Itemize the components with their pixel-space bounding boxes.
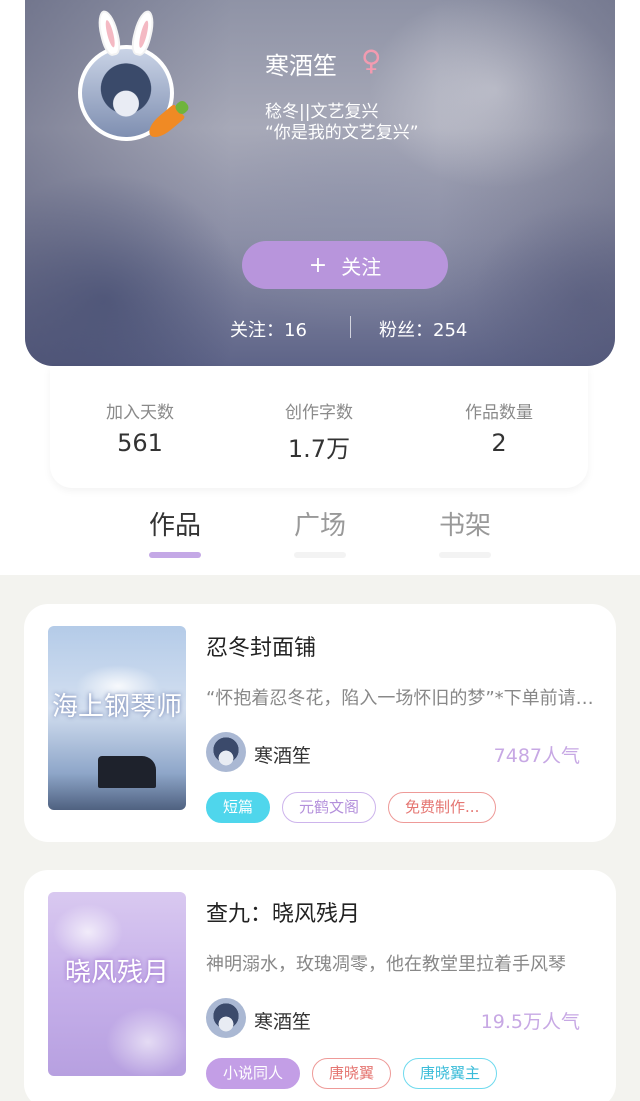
tab-indicator (439, 552, 491, 558)
work-card[interactable]: 海上钢琴师 忍冬封面铺 “怀抱着忍冬花，陷入一场怀旧的梦”*下单前请看置顶 寒酒… (24, 604, 616, 842)
author-name[interactable]: 寒酒笙 (254, 741, 311, 768)
work-description: 神明溺水，玫瑰凋零，他在教堂里拉着手风琴 (206, 954, 566, 975)
piano-icon (98, 756, 156, 788)
popularity-count: 19.5万人气 (480, 1011, 580, 1033)
tag-list: 小说同人 唐晓翼 唐晓翼主 (206, 1058, 498, 1089)
work-card[interactable]: 晓风残月 查九：晓风残月 神明溺水，玫瑰凋零，他在教堂里拉着手风琴 寒酒笙 19… (24, 870, 616, 1101)
follow-label: 关注 (341, 254, 382, 279)
stat-label: 创作字数 (285, 403, 353, 423)
author-name[interactable]: 寒酒笙 (254, 1007, 311, 1034)
work-description: “怀抱着忍冬花，陷入一场怀旧的梦”*下单前请看置顶 (206, 688, 598, 709)
stat-label: 加入天数 (106, 403, 174, 423)
tab-indicator (149, 552, 201, 558)
cover-title: 晓风残月 (64, 958, 169, 988)
work-cover[interactable]: 晓风残月 (48, 892, 186, 1076)
profile-header: 寒酒笙 ♀ 稔冬||文艺复兴 “你是我的文艺复兴” + 关注 关注：16 粉丝：… (25, 0, 615, 366)
tab-indicator (294, 552, 346, 558)
following-count[interactable]: 关注：16 (230, 316, 307, 342)
tag[interactable]: 元鹤文阁 (282, 792, 377, 823)
fans-count[interactable]: 粉丝：254 (379, 316, 467, 342)
stat-value: 2 (491, 429, 507, 457)
tab-label: 作品 (148, 511, 201, 541)
stats-divider (350, 316, 351, 338)
work-title[interactable]: 查九：晓风残月 (206, 896, 360, 928)
tab-label: 广场 (293, 511, 346, 541)
author-avatar[interactable] (206, 732, 246, 772)
stat-word-count: 创作字数 1.7万 (229, 398, 409, 464)
tab-bookshelf[interactable]: 书架 (415, 505, 515, 558)
tab-label: 书架 (438, 511, 491, 541)
tag[interactable]: 短篇 (206, 792, 271, 823)
tab-bar: 作品 广场 书架 (0, 505, 640, 565)
tab-works[interactable]: 作品 (125, 505, 225, 558)
bio-line-2: “你是我的文艺复兴” (265, 123, 419, 143)
tag[interactable]: 免费制作... (388, 792, 497, 823)
work-cover[interactable]: 海上钢琴师 (48, 626, 186, 810)
tag[interactable]: 唐晓翼主 (403, 1058, 498, 1089)
stat-value: 561 (117, 429, 163, 457)
stat-value: 1.7万 (287, 435, 351, 463)
profile-avatar[interactable] (78, 8, 186, 150)
tab-square[interactable]: 广场 (270, 505, 370, 558)
plus-icon: + (308, 252, 328, 278)
stat-works-count: 作品数量 2 (409, 398, 589, 457)
author-avatar[interactable] (206, 998, 246, 1038)
popularity-count: 7487人气 (493, 745, 580, 767)
female-icon: ♀ (361, 44, 382, 77)
tag-list: 短篇 元鹤文阁 免费制作... (206, 792, 497, 823)
profile-name: 寒酒笙 (265, 52, 337, 80)
work-title[interactable]: 忍冬封面铺 (206, 630, 316, 662)
cover-title: 海上钢琴师 (51, 692, 182, 722)
tag[interactable]: 唐晓翼 (312, 1058, 392, 1089)
stat-join-days: 加入天数 561 (50, 398, 230, 457)
follow-button[interactable]: + 关注 (242, 241, 448, 289)
stat-label: 作品数量 (465, 403, 533, 423)
tag[interactable]: 小说同人 (206, 1058, 301, 1089)
stats-card: 加入天数 561 创作字数 1.7万 作品数量 2 (50, 366, 588, 488)
